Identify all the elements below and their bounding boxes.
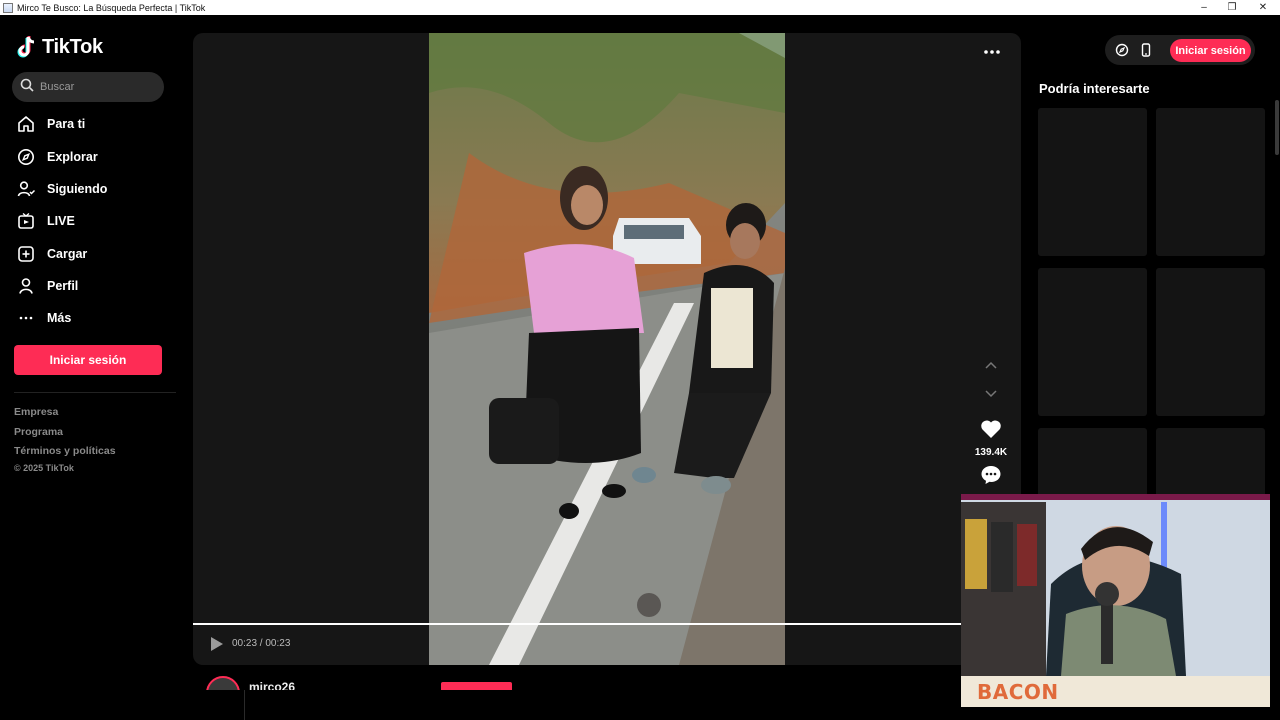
- tiktok-note-icon: [16, 35, 38, 59]
- nav-label: Explorar: [47, 150, 98, 164]
- next-video-button[interactable]: [981, 386, 1001, 402]
- webcam-banner: BACON: [961, 676, 1270, 707]
- nav-perfil[interactable]: Perfil: [16, 275, 78, 297]
- chevron-up-icon: [985, 356, 997, 374]
- search-box[interactable]: [12, 72, 164, 102]
- scrollbar-thumb[interactable]: [1275, 100, 1279, 155]
- coins-icon[interactable]: [1114, 42, 1130, 58]
- play-button[interactable]: [210, 636, 226, 654]
- more-icon: [16, 308, 36, 328]
- play-icon: [210, 637, 224, 656]
- video-frame[interactable]: [429, 33, 785, 665]
- video-progress-bar[interactable]: [193, 623, 1021, 625]
- video-time: 00:23 / 00:23: [232, 638, 291, 649]
- nav-label: Cargar: [47, 247, 88, 261]
- recommendation-tile[interactable]: [1038, 108, 1147, 256]
- recommendations-title: Podría interesarte: [1039, 81, 1150, 96]
- brand-name: TikTok: [42, 35, 103, 58]
- video-content-image: [429, 33, 785, 665]
- comment-action[interactable]: [968, 465, 1014, 490]
- close-icon[interactable]: ✕: [1247, 0, 1279, 15]
- window-title: Mirco Te Busco: La Búsqueda Perfecta | T…: [17, 2, 206, 13]
- nav-cargar[interactable]: Cargar: [16, 243, 87, 265]
- app-icon: [3, 2, 13, 13]
- footer-link-terminos[interactable]: Términos y políticas: [14, 445, 116, 457]
- nav-siguiendo[interactable]: Siguiendo: [16, 178, 107, 200]
- following-icon: [16, 179, 36, 199]
- nav-para-ti[interactable]: Para ti: [16, 113, 85, 135]
- nav-label: Perfil: [47, 279, 79, 293]
- heart-icon: [980, 419, 1002, 444]
- video-player[interactable]: 139.4K 00:23 / 00:23: [193, 33, 1021, 665]
- copyright: © 2025 TikTok: [14, 463, 74, 473]
- chevron-down-icon: [985, 385, 997, 403]
- footer-link-empresa[interactable]: Empresa: [14, 406, 58, 418]
- comment-icon: [980, 465, 1002, 490]
- phone-icon[interactable]: [1138, 42, 1154, 58]
- webcam-feed-image: [961, 494, 1270, 676]
- nav-label: Más: [47, 311, 72, 325]
- home-icon: [16, 114, 36, 134]
- webcam-overlay: BACON: [961, 494, 1270, 707]
- video-progress-fill: [193, 623, 1021, 625]
- live-icon: [16, 211, 36, 231]
- nav-label: Siguiendo: [47, 182, 108, 196]
- nav-explorar[interactable]: Explorar: [16, 146, 98, 168]
- divider: [244, 690, 245, 720]
- search-input[interactable]: [40, 81, 150, 93]
- sidebar: TikTok Para ti Explorar Siguiendo LIVE: [0, 15, 180, 720]
- footer-link-programa[interactable]: Programa: [14, 426, 63, 438]
- sidebar-login-button[interactable]: Iniciar sesión: [14, 345, 162, 375]
- nav-label: LIVE: [47, 214, 75, 228]
- recommendation-tile[interactable]: [1038, 268, 1147, 416]
- recommendation-tile[interactable]: [1156, 268, 1265, 416]
- nav-live[interactable]: LIVE: [16, 210, 75, 232]
- nav-label: Para ti: [47, 117, 86, 131]
- webcam-banner-text: BACON: [977, 679, 1059, 704]
- tiktok-logo[interactable]: TikTok: [16, 35, 103, 59]
- search-icon: [20, 78, 34, 97]
- previous-video-button[interactable]: [981, 357, 1001, 373]
- recommendation-tile[interactable]: [1156, 108, 1265, 256]
- more-options-button[interactable]: [981, 44, 1003, 60]
- sidebar-divider: [14, 392, 176, 393]
- nav-mas[interactable]: Más: [16, 307, 71, 329]
- window-titlebar: Mirco Te Busco: La Búsqueda Perfecta | T…: [0, 0, 1280, 15]
- like-count: 139.4K: [974, 447, 1008, 458]
- profile-icon: [16, 276, 36, 296]
- like-action[interactable]: 139.4K: [968, 419, 1014, 458]
- upload-icon: [16, 244, 36, 264]
- restore-icon[interactable]: ❐: [1216, 0, 1248, 15]
- header-login-button[interactable]: Iniciar sesión: [1170, 39, 1251, 62]
- compass-icon: [16, 147, 36, 167]
